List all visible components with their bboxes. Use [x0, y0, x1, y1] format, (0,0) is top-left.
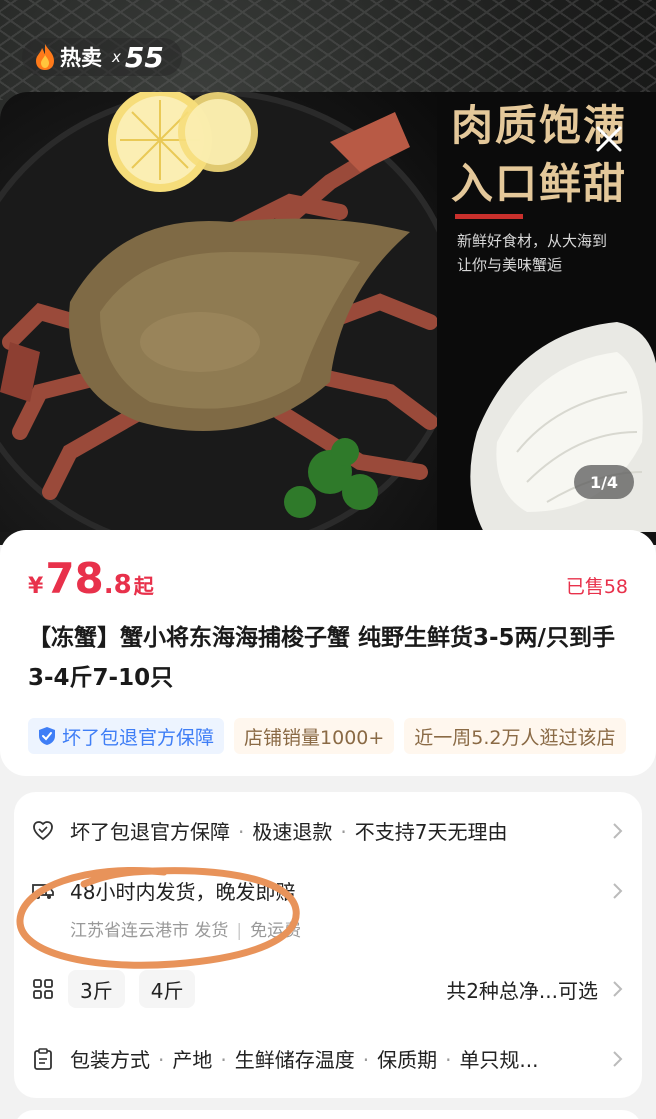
- close-button[interactable]: [588, 118, 630, 160]
- chevron-right-icon: [613, 1050, 623, 1067]
- grid-icon: [33, 979, 53, 999]
- product-image-carousel[interactable]: 肉质饱满 入口鲜甜 新鲜好食材，从大海到 让你与美味蟹逅 热卖 x 55 1/4: [0, 0, 656, 545]
- shipping-row[interactable]: 48小时内发货，晚发即赔: [32, 876, 624, 905]
- shipping-details: 江苏省连云港市 发货 | 免运费: [70, 921, 302, 941]
- hot-label: 热卖: [60, 46, 102, 70]
- spec-row[interactable]: 3斤 4斤 共2种总净...可选: [32, 970, 624, 1008]
- price: ¥ 78 .8 起: [28, 554, 154, 603]
- chevron-right-icon: [613, 882, 623, 899]
- hot-count: 55: [124, 40, 164, 74]
- price-currency: ¥: [28, 574, 44, 599]
- sold-count: 已售58: [565, 576, 628, 598]
- hot-sale-badge: 热卖 x 55: [22, 38, 182, 76]
- price-integer: 78: [45, 554, 104, 603]
- param-item: 单只规...: [459, 1048, 539, 1072]
- guarantee-item: 坏了包退官方保障: [70, 820, 230, 844]
- tag-official-guarantee[interactable]: 坏了包退官方保障: [28, 718, 225, 754]
- shipping-origin: 江苏省连云港市 发货: [70, 921, 229, 941]
- poster-subtitle-line1: 新鲜好食材，从大海到: [457, 232, 608, 250]
- guarantee-item: 极速退款: [252, 820, 333, 844]
- crab-illustration: [0, 92, 437, 532]
- truck-icon: [32, 883, 54, 899]
- product-info-card: ¥ 78 .8 起 已售58 【冻蟹】蟹小将东海海捕梭子蟹 纯野生鲜货3-5两/…: [0, 530, 656, 776]
- price-decimal: .8: [103, 570, 132, 600]
- tag-store-visits[interactable]: 近一周5.2万人逛过该店: [404, 718, 626, 754]
- price-suffix: 起: [133, 574, 154, 598]
- hot-multiplier: x: [112, 48, 121, 66]
- spec-option[interactable]: 4斤: [138, 970, 196, 1008]
- service-card: 坏了包退官方保障 · 极速退款 · 不支持7天无理由 48小时内发货，晚发即赔 江苏省连…: [14, 792, 642, 1098]
- params-row[interactable]: 包装方式 · 产地 · 生鲜储存温度 · 保质期 · 单只规...: [32, 1044, 624, 1073]
- guarantee-row[interactable]: 坏了包退官方保障 · 极速退款 · 不支持7天无理由: [32, 816, 624, 845]
- param-item: 产地: [172, 1048, 213, 1072]
- spec-option[interactable]: 3斤: [68, 970, 125, 1008]
- chevron-right-icon: [613, 822, 623, 839]
- heart-shield-icon: [33, 820, 53, 840]
- spec-summary: 共2种总净...可选: [446, 978, 598, 1003]
- close-icon: [596, 126, 622, 152]
- image-pager: 1/4: [574, 465, 634, 499]
- tag-label: 店铺销量1000+: [244, 726, 385, 749]
- product-tags: 坏了包退官方保障 店铺销量1000+ 近一周5.2万人逛过该店: [28, 718, 628, 754]
- crab-photo: [0, 92, 437, 532]
- shield-check-icon: [39, 727, 55, 745]
- clipboard-icon: [34, 1047, 52, 1070]
- tag-label: 坏了包退官方保障: [62, 726, 215, 749]
- shipping-fee: 免运费: [250, 921, 302, 941]
- product-title[interactable]: 【冻蟹】蟹小将东海海捕梭子蟹 纯野生鲜货3-5两/只到手3-4斤7-10只: [28, 618, 628, 698]
- tag-store-sales[interactable]: 店铺销量1000+: [234, 718, 395, 754]
- guarantee-item: 不支持7天无理由: [354, 820, 508, 844]
- tag-label: 近一周5.2万人逛过该店: [414, 726, 616, 749]
- flame-icon: [36, 44, 54, 70]
- param-item: 保质期: [377, 1048, 438, 1072]
- poster-divider: [455, 214, 523, 219]
- chevron-right-icon: [613, 981, 623, 997]
- shipping-title: 48小时内发货，晚发即赔: [70, 880, 296, 904]
- param-item: 包装方式: [70, 1048, 150, 1072]
- poster-subtitle-line2: 让你与美味蟹逅: [457, 256, 563, 274]
- param-item: 生鲜储存温度: [234, 1048, 355, 1072]
- next-card-peek: [14, 1110, 642, 1119]
